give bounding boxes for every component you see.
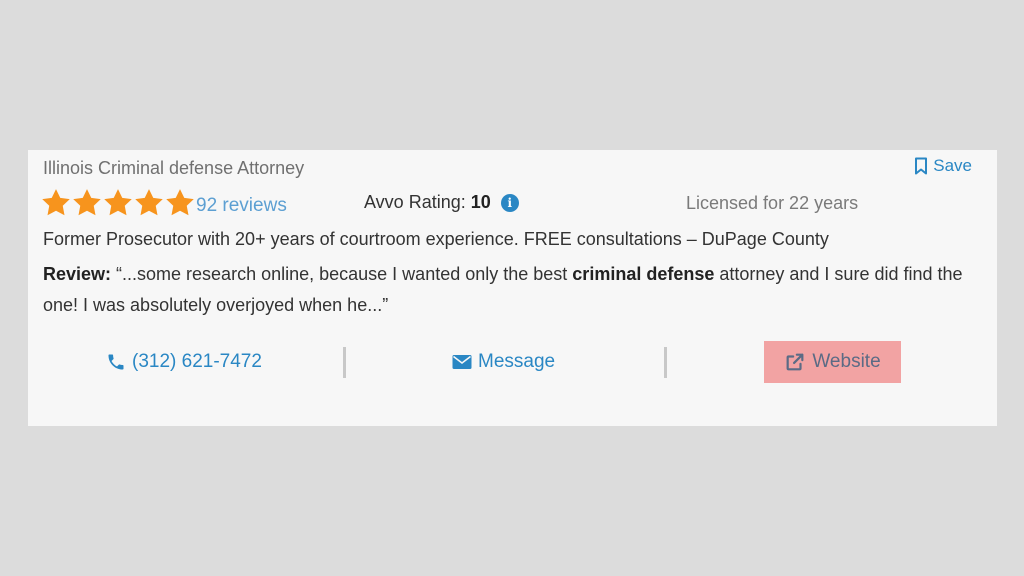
attorney-card: Illinois Criminal defense Attorney Save … [28,150,997,426]
external-link-icon [784,351,806,373]
reviews-link[interactable]: 92 reviews [196,195,287,217]
info-icon[interactable]: i [500,193,519,212]
avvo-rating-value: 10 [470,192,491,212]
phone-icon [106,352,126,372]
envelope-icon [452,354,472,370]
website-label: Website [812,351,881,372]
message-label: Message [478,351,556,372]
star-icon [166,189,194,216]
divider [343,347,346,378]
avvo-rating-label: Avvo Rating: [364,192,466,212]
phone-button[interactable]: (312) 621-7472 [106,351,262,373]
star-icon [104,189,132,216]
review-highlight: criminal defense [572,264,715,284]
website-button[interactable]: Website [764,341,901,383]
tagline: Former Prosecutor with 20+ years of cour… [43,229,829,249]
star-icon [135,189,163,216]
star-rating [41,188,195,217]
avvo-rating: Avvo Rating: 10 i [364,192,519,213]
save-button[interactable]: Save [914,156,972,176]
message-button[interactable]: Message [452,351,555,373]
review-label: Review: [43,264,112,284]
licensed-years: Licensed for 22 years [686,193,859,213]
review-text-before: “...some research online, because I want… [111,264,573,284]
bookmark-icon [914,157,928,175]
practice-area-subtitle: Illinois Criminal defense Attorney [43,158,305,178]
phone-number: (312) 621-7472 [132,351,262,372]
save-label: Save [933,156,972,175]
review-snippet: Review: “...some research online, becaus… [43,259,978,321]
star-icon [73,189,101,216]
contact-actions: (312) 621-7472 Message Website [28,340,997,384]
divider [664,347,667,378]
star-icon [42,189,70,216]
